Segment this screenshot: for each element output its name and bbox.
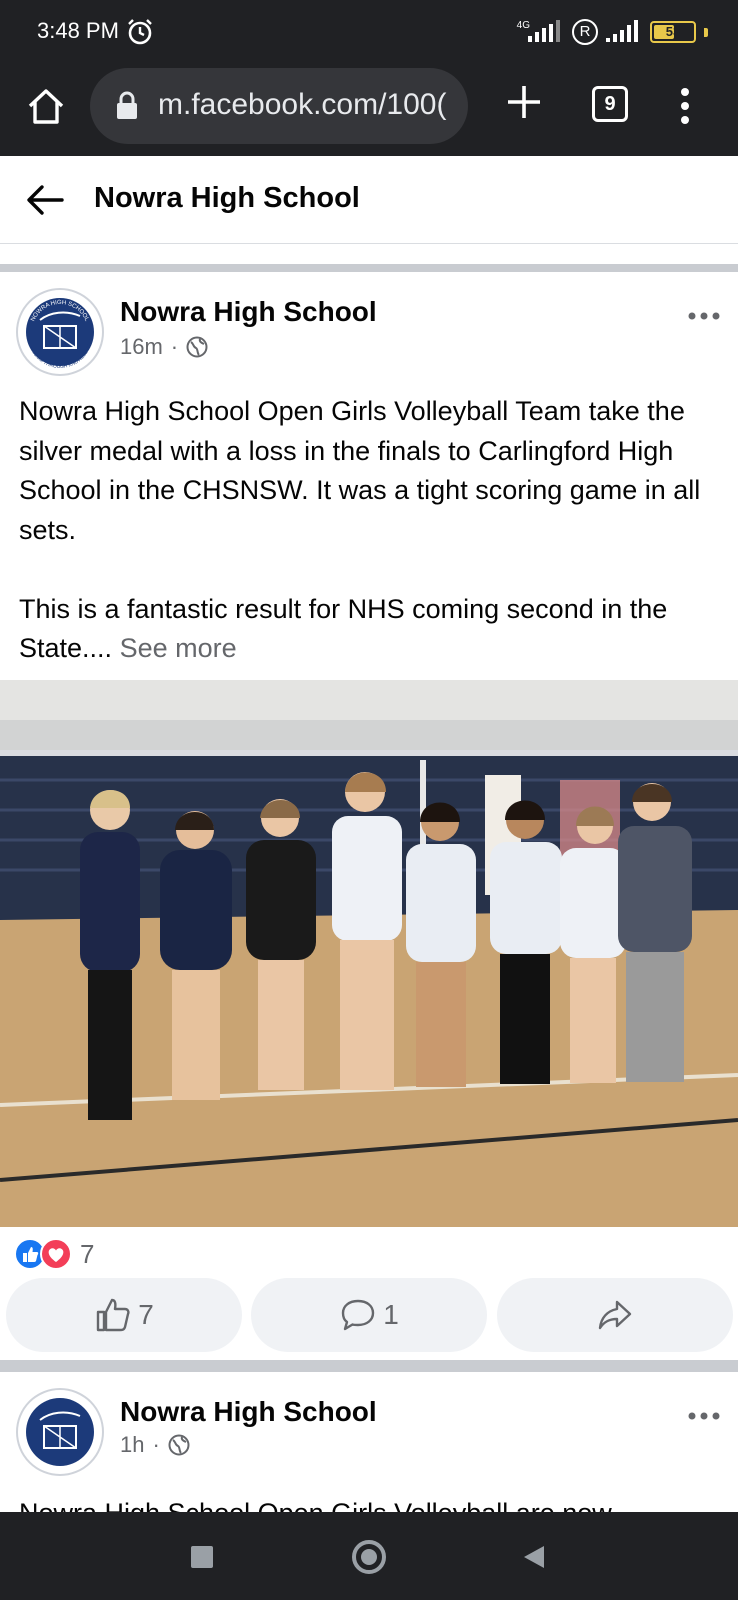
signal-icon-2 (606, 20, 638, 42)
like-count: 7 (138, 1299, 154, 1330)
love-reaction-icon (40, 1238, 72, 1270)
avatar[interactable] (16, 1388, 104, 1476)
post-photo[interactable] (0, 680, 738, 1227)
meta-separator: · (170, 334, 179, 359)
alarm-icon (128, 19, 152, 45)
battery-label: 53 (665, 24, 681, 39)
battery-tip (704, 27, 708, 37)
tabs-button[interactable]: 9 (592, 86, 628, 122)
comment-count: 1 (383, 1299, 399, 1330)
avatar[interactable]: NOWRA HIGH SCHOOL WISDOM THROUGH KNOWLED… (16, 288, 104, 376)
post-timestamp[interactable]: 1h (120, 1432, 144, 1458)
comment-button[interactable]: 1 (251, 1278, 487, 1352)
back-arrow-icon[interactable] (24, 178, 68, 222)
share-icon (598, 1300, 632, 1330)
recents-button[interactable] (191, 1546, 213, 1568)
team-photo-illustration (0, 680, 738, 1227)
post-paragraph-2: This is a fantastic result for NHS comin… (19, 590, 719, 669)
section-divider (0, 264, 738, 272)
home-icon[interactable] (24, 84, 68, 128)
post-author[interactable]: Nowra High School (120, 296, 377, 328)
post-paragraph-1: Nowra High School Open Girls Volleyball … (19, 396, 701, 545)
like-button[interactable]: 7 (6, 1278, 242, 1352)
post-paragraph-2-text: This is a fantastic result for NHS comin… (19, 593, 668, 664)
status-time: 3:48 PM (37, 18, 119, 43)
globe-icon (186, 336, 208, 358)
status-bar: 3:48 PM 4G R 53 (0, 0, 738, 64)
see-more-link[interactable]: See more (120, 633, 237, 663)
page-title: Nowra High School (94, 182, 360, 214)
post-meta: 1h · (120, 1432, 190, 1458)
system-nav-bar (0, 1512, 738, 1600)
school-logo-icon (20, 1392, 100, 1472)
post-timestamp[interactable]: 16m (120, 334, 163, 360)
battery-icon: 53 (650, 21, 696, 43)
globe-icon (168, 1434, 190, 1456)
address-bar[interactable]: m.facebook.com/100( (90, 68, 468, 144)
thumbs-up-icon (97, 1298, 130, 1332)
signal-icon (528, 20, 560, 42)
home-button[interactable] (352, 1540, 386, 1574)
more-horiz-icon[interactable] (686, 306, 726, 326)
comment-icon (342, 1299, 375, 1331)
post-meta: 16m · (120, 334, 208, 360)
more-vert-icon[interactable] (670, 84, 700, 128)
roaming-icon: R (572, 19, 598, 45)
back-triangle-icon[interactable] (522, 1544, 546, 1570)
plus-icon[interactable] (502, 80, 546, 124)
home-button-dot (361, 1549, 377, 1565)
browser-toolbar: m.facebook.com/100( 9 (0, 64, 738, 156)
meta-separator: · (152, 1432, 160, 1457)
reaction-count: 7 (80, 1238, 95, 1269)
lock-icon (117, 91, 137, 119)
post-author[interactable]: Nowra High School (120, 1396, 377, 1428)
more-horiz-icon[interactable] (686, 1406, 726, 1426)
url-text: m.facebook.com/100( (158, 88, 447, 121)
section-divider-2 (0, 1360, 738, 1372)
school-logo-icon: NOWRA HIGH SCHOOL WISDOM THROUGH KNOWLED… (20, 292, 100, 372)
reaction-summary[interactable]: 7 (14, 1236, 94, 1272)
post-text: Nowra High School Open Girls Volleyball … (19, 392, 719, 669)
share-button[interactable] (497, 1278, 733, 1352)
page-header: Nowra High School (0, 156, 738, 244)
